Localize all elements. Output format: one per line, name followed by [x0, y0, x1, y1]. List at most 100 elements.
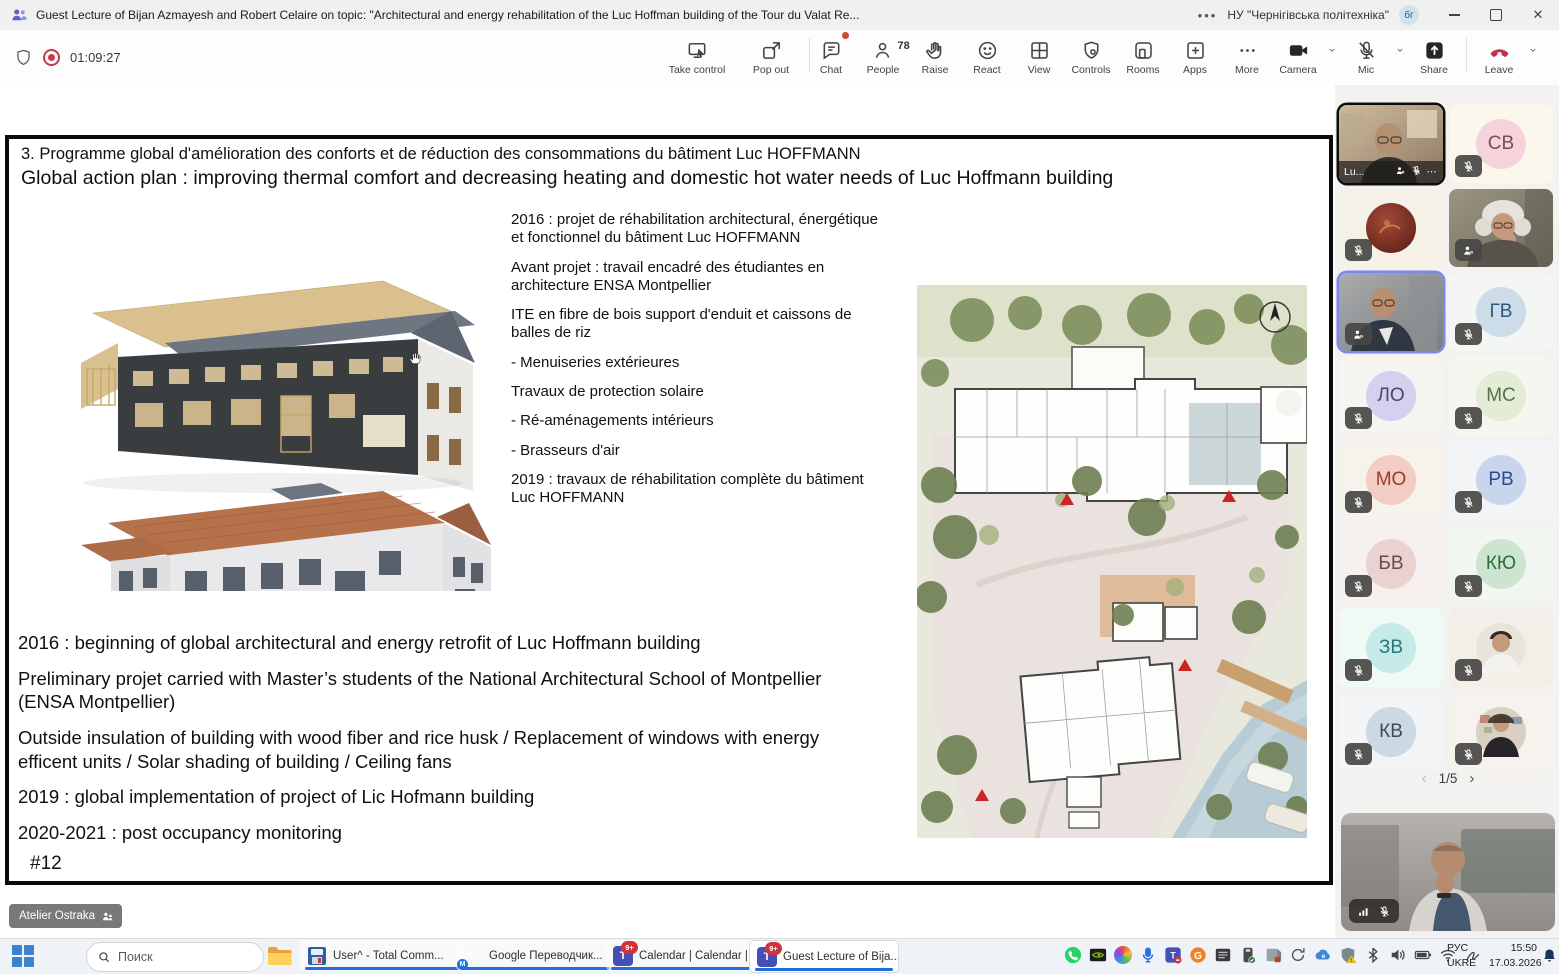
svg-text:!: ! [1350, 957, 1352, 963]
toolbar-item-label: Rooms [1126, 64, 1159, 76]
toolbar-item-label: More [1235, 64, 1259, 76]
toolbar-right-group: Camera Mic Share Leave [1272, 30, 1541, 85]
window-titlebar: Guest Lecture of Bijan Azmayesh and Robe… [0, 0, 1559, 31]
pop-out-button[interactable]: Pop out [739, 30, 803, 76]
participant-tile-МО[interactable]: МО [1339, 441, 1443, 519]
mic-button[interactable]: Mic [1340, 30, 1392, 76]
close-button[interactable]: ✕ [1517, 1, 1559, 30]
toolbar-item-label: Raise [922, 64, 949, 76]
self-view-tile[interactable] [1341, 813, 1555, 931]
avatar: МС [1476, 371, 1526, 421]
slide-paragraph: Avant projet : travail encadré des étudi… [511, 259, 883, 296]
participant-video-tile[interactable]: Lu...9⋯ [1339, 105, 1443, 183]
slide-paragraph: Preliminary projet carried with Master’s… [18, 667, 880, 714]
raise-icon [924, 39, 947, 62]
pager-prev-icon[interactable]: ‹ [1422, 770, 1427, 787]
slide-paragraph: - Menuiseries extérieures [511, 354, 883, 372]
participant-tile-МС[interactable]: МС [1449, 357, 1553, 435]
participant-video-tile[interactable]: 9 [1449, 189, 1553, 267]
participant-tile-РВ[interactable]: РВ [1449, 441, 1553, 519]
grid-icon[interactable] [1212, 944, 1233, 965]
people-button[interactable]: 78People [857, 30, 909, 76]
participant-tile-ГВ[interactable]: ГВ [1449, 273, 1553, 351]
taskbar-app-button[interactable]: M Google Переводчик... [456, 940, 615, 971]
leave-button[interactable]: Leave [1473, 30, 1525, 76]
card-icon[interactable] [1262, 944, 1283, 965]
search-input[interactable]: Поиск [86, 942, 264, 972]
participant-video-tile[interactable] [1449, 693, 1553, 771]
react-button[interactable]: React [961, 30, 1013, 76]
nvidia-icon[interactable] [1087, 944, 1108, 965]
svg-text:G: G [1193, 950, 1201, 961]
more-icon [1236, 39, 1259, 62]
toolbar-center-group: Chat78People Raise ReactViewControls Rooms A… [805, 30, 1273, 85]
meeting-status: 01:09:27 [14, 30, 121, 85]
avatar: ЗВ [1366, 623, 1416, 673]
account-avatar[interactable]: бг [1399, 5, 1419, 25]
avatar: ЛО [1366, 371, 1416, 421]
mic-tray-icon[interactable] [1137, 944, 1158, 965]
take-control-button[interactable]: Take control [655, 30, 739, 76]
taskbar-app-button[interactable]: T9+Calendar | Calendar | ... [606, 940, 758, 971]
participant-tile-СВ[interactable]: СВ [1449, 105, 1553, 183]
pager-label: 1/5 [1439, 771, 1458, 786]
language-indicator[interactable]: РУС UKRE [1447, 941, 1476, 971]
file-explorer-icon[interactable] [266, 944, 292, 968]
sync-icon[interactable] [1287, 944, 1308, 965]
taskbar-app-active[interactable]: T9+Guest Lecture of Bija... [749, 940, 899, 973]
chat-button[interactable]: Chat [805, 30, 857, 76]
chevron-down-icon[interactable] [1392, 30, 1408, 56]
participant-tile-БВ[interactable]: БВ [1339, 525, 1443, 603]
bluetooth-icon[interactable] [1362, 944, 1383, 965]
share-button[interactable]: Share [1408, 30, 1460, 76]
chevron-down-icon[interactable] [1525, 30, 1541, 56]
participant-tile-КВ[interactable]: КВ [1339, 693, 1443, 771]
maximize-button[interactable] [1475, 1, 1517, 30]
rooms-button[interactable]: Rooms [1117, 30, 1169, 76]
taskbar-app-label: Guest Lecture of Bija... [783, 951, 899, 963]
share-icon [1423, 39, 1446, 62]
more-button[interactable]: More [1221, 30, 1273, 76]
teams-app-icon [10, 6, 28, 24]
toolbar-item-label: Share [1420, 64, 1448, 76]
cloud-icon[interactable]: e [1312, 944, 1333, 965]
apps-button[interactable]: Apps [1169, 30, 1221, 76]
volume-icon[interactable] [1387, 944, 1408, 965]
whatsapp-icon[interactable] [1062, 944, 1083, 965]
running-indicator [305, 967, 459, 970]
controls-button[interactable]: Controls [1065, 30, 1117, 76]
view-button[interactable]: View [1013, 30, 1065, 76]
battery-icon[interactable] [1412, 944, 1433, 965]
slide-paragraph: 2019 : global implementation of project … [18, 785, 880, 809]
minimize-button[interactable] [1433, 1, 1475, 30]
participant-video-tile[interactable] [1339, 189, 1443, 267]
mic-muted-icon [1345, 407, 1372, 429]
raise-button[interactable]: Raise [909, 30, 961, 76]
participant-video-tile[interactable] [1449, 609, 1553, 687]
search-icon [97, 950, 111, 964]
teams-tray-icon[interactable]: T [1162, 944, 1183, 965]
paint-icon[interactable] [1112, 944, 1133, 965]
pop-out-icon [760, 39, 783, 62]
taskbar-app-button[interactable]: User^ - Total Comm... [300, 940, 464, 971]
taskbar-clock[interactable]: 15:50 17.03.2026 [1489, 941, 1537, 971]
participant-tile-ЗВ[interactable]: ЗВ [1339, 609, 1443, 687]
more-icon[interactable]: ⋯ [1427, 166, 1439, 178]
chrome-icon: M [463, 946, 483, 966]
notification-bell-icon[interactable] [1541, 947, 1558, 964]
taskbar-app-label: Google Переводчик... [489, 950, 603, 962]
usb-icon[interactable] [1237, 944, 1258, 965]
shield-warning-icon[interactable]: ! [1337, 944, 1358, 965]
window-title: Guest Lecture of Bijan Azmayesh and Robe… [36, 8, 859, 22]
participant-tile-ЛО[interactable]: ЛО [1339, 357, 1443, 435]
camera-button[interactable]: Camera [1272, 30, 1324, 76]
mic-muted-icon [1455, 659, 1482, 681]
mic-muted-icon [1455, 155, 1482, 177]
participant-video-tile[interactable]: 9 [1339, 273, 1443, 351]
g-icon[interactable]: G [1187, 944, 1208, 965]
pager-next-icon[interactable]: › [1469, 770, 1474, 787]
chevron-down-icon[interactable] [1324, 30, 1340, 56]
titlebar-overflow-icon[interactable]: ••• [1198, 8, 1218, 23]
participant-tile-КЮ[interactable]: КЮ [1449, 525, 1553, 603]
start-button[interactable] [12, 945, 34, 967]
